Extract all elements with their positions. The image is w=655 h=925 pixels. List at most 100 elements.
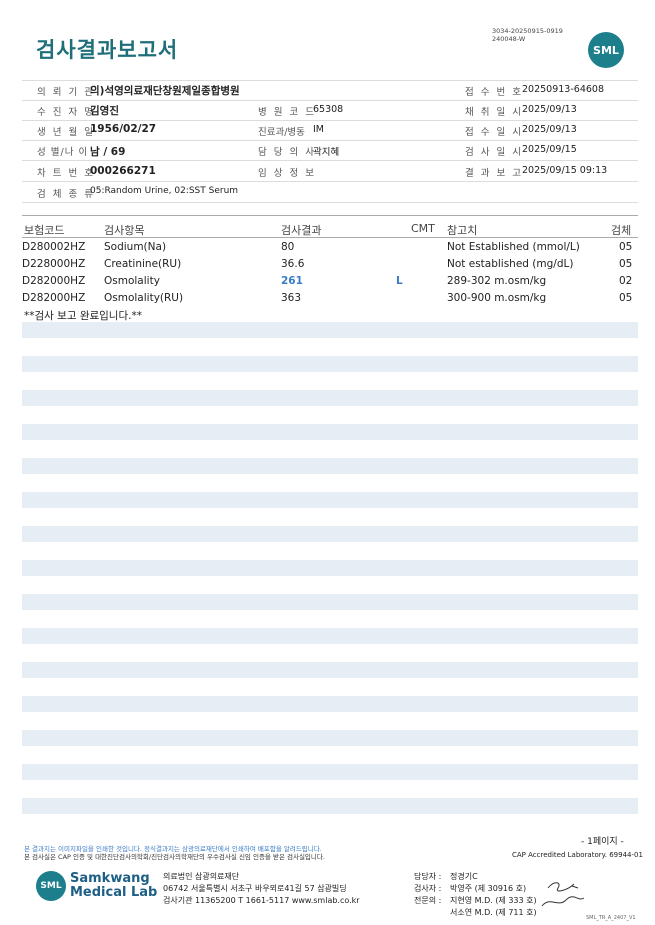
row-band bbox=[22, 458, 638, 474]
row-code: D282000HZ bbox=[22, 292, 86, 304]
sex-age-label: 성 별/나 이 bbox=[37, 147, 89, 158]
specimen-type-label: 검 체 종 류 bbox=[37, 189, 96, 200]
row-band bbox=[22, 526, 638, 542]
dept-value: IM bbox=[313, 124, 324, 135]
row-band bbox=[22, 764, 638, 780]
report-date-label: 결 과 보 고 bbox=[465, 168, 524, 179]
chart-no-label: 차 트 번 호 bbox=[37, 168, 96, 179]
completion-note: **검사 보고 완료입니다.** bbox=[24, 310, 142, 322]
staff-values: 정경기C 박영주 (제 30916 호) 지현영 M.D. (제 333 호) … bbox=[450, 871, 537, 919]
specimen-type-value: 05:Random Urine, 02:SST Serum bbox=[90, 186, 239, 196]
specialist2-value: 서소연 M.D. (제 711 호) bbox=[450, 908, 537, 917]
patient-value: 김영진 bbox=[90, 105, 119, 117]
row-flag-low: L bbox=[396, 275, 403, 287]
table-header-bottom-border bbox=[22, 237, 638, 238]
info-divider bbox=[22, 160, 638, 161]
sex-age-value: 남 / 69 bbox=[90, 146, 126, 158]
row-band bbox=[22, 390, 638, 406]
row-band bbox=[22, 322, 638, 338]
header-result: 검사결과 bbox=[281, 224, 322, 237]
test-date-label: 검 사 일 시 bbox=[465, 147, 524, 158]
info-divider bbox=[22, 181, 638, 182]
receipt-no-value: 20250913-64608 bbox=[522, 84, 605, 95]
info-divider bbox=[22, 120, 638, 121]
lab-name-line1: Samkwang bbox=[70, 871, 150, 886]
info-divider bbox=[22, 100, 638, 101]
doctor-label: 담 당 의 사 bbox=[258, 147, 317, 158]
row-code: D280002HZ bbox=[22, 241, 86, 253]
row-item: Sodium(Na) bbox=[104, 241, 167, 253]
row-band bbox=[22, 492, 638, 508]
row-specimen: 05 bbox=[619, 241, 633, 253]
row-result: 36.6 bbox=[281, 258, 305, 270]
row-specimen: 02 bbox=[619, 275, 633, 287]
cap-accreditation: CAP Accredited Laboratory. 69944-01 bbox=[512, 851, 643, 859]
row-item: Osmolality(RU) bbox=[104, 292, 184, 304]
row-ref: 289-302 m.osm/kg bbox=[447, 275, 547, 287]
staff-label: 담당자 : bbox=[414, 872, 442, 881]
row-band bbox=[22, 424, 638, 440]
row-specimen: 05 bbox=[619, 258, 633, 270]
row-code: D282000HZ bbox=[22, 275, 86, 287]
hosp-code-value: 65308 bbox=[313, 104, 344, 115]
tester-label: 검사자 : bbox=[414, 884, 442, 893]
info-divider bbox=[22, 140, 638, 141]
staff-labels: 담당자 : 검사자 : 전문의 : bbox=[414, 871, 441, 907]
tester-value: 박영주 (제 30916 호) bbox=[450, 884, 527, 893]
row-ref: 300-900 m.osm/kg bbox=[447, 292, 547, 304]
receipt-date-value: 2025/09/13 bbox=[522, 124, 577, 135]
row-band bbox=[22, 356, 638, 372]
org-contact: 검사기관 11365200 T 1661-5117 www.smlab.co.k… bbox=[163, 896, 360, 905]
lab-name: Samkwang Medical Lab bbox=[70, 872, 157, 900]
report-date-value: 2025/09/15 09:13 bbox=[522, 165, 608, 176]
collect-date-value: 2025/09/13 bbox=[522, 104, 577, 115]
notice-accreditation: 본 검사실은 CAP 인증 및 대한진단검사의학회/진단검사의학재단의 우수검사… bbox=[24, 853, 325, 861]
test-date-value: 2025/09/15 bbox=[522, 144, 577, 155]
header-item: 검사항목 bbox=[104, 224, 145, 237]
document-id: 3034-20250915-0919 240048-W bbox=[492, 27, 563, 43]
document-id-line2: 240048-W bbox=[492, 35, 526, 43]
row-result-abnormal: 261 bbox=[281, 275, 303, 287]
row-band bbox=[22, 560, 638, 576]
collect-date-label: 채 취 일 시 bbox=[465, 107, 524, 118]
header-cmt: CMT bbox=[411, 222, 435, 235]
header-code: 보험코드 bbox=[24, 224, 65, 237]
info-divider bbox=[22, 202, 638, 203]
row-band bbox=[22, 628, 638, 644]
receipt-date-label: 접 수 일 시 bbox=[465, 127, 524, 138]
hospital-label: 의 뢰 기 관 bbox=[37, 87, 96, 98]
clinical-info-label: 임 상 정 보 bbox=[258, 168, 317, 179]
header-ref: 참고치 bbox=[447, 224, 478, 237]
chart-no-value: 000266271 bbox=[90, 165, 156, 177]
info-divider bbox=[22, 80, 638, 81]
specialist1-value: 지현영 M.D. (제 333 호) bbox=[450, 896, 537, 905]
footer-sml-logo: SML bbox=[36, 871, 66, 901]
document-id-line1: 3034-20250915-0919 bbox=[492, 27, 563, 35]
staff-value: 정경기C bbox=[450, 872, 478, 881]
page-number: - 1페이지 - bbox=[581, 837, 624, 847]
birth-label: 생 년 월 일 bbox=[37, 127, 96, 138]
row-band bbox=[22, 594, 638, 610]
row-band bbox=[22, 798, 638, 814]
receipt-no-label: 접 수 번 호 bbox=[465, 87, 524, 98]
row-band bbox=[22, 696, 638, 712]
sml-logo: SML bbox=[588, 32, 624, 68]
org-name: 의료법인 삼광의료재단 bbox=[163, 872, 240, 881]
hospital-value: 의)석영의료재단창원제일종합병원 bbox=[90, 85, 240, 97]
row-item: Osmolality bbox=[104, 275, 160, 287]
signature-image bbox=[541, 882, 585, 907]
row-band bbox=[22, 662, 638, 678]
table-header-top-border bbox=[22, 215, 638, 216]
doctor-value: 곽지혜 bbox=[313, 147, 340, 158]
lab-name-line2: Medical Lab bbox=[70, 885, 158, 900]
row-ref: Not established (mg/dL) bbox=[447, 258, 574, 270]
report-title: 검사결과보고서 bbox=[36, 38, 179, 62]
specialist-label: 전문의 : bbox=[414, 896, 442, 905]
row-code: D228000HZ bbox=[22, 258, 86, 270]
row-ref: Not Established (mmol/L) bbox=[447, 241, 580, 253]
org-address: 06742 서울특별시 서초구 바우뫼로41길 57 삼광빌딩 bbox=[163, 884, 347, 893]
dept-label: 진료과/병동 bbox=[258, 127, 305, 138]
row-band bbox=[22, 730, 638, 746]
row-result: 80 bbox=[281, 241, 295, 253]
row-result: 363 bbox=[281, 292, 302, 304]
